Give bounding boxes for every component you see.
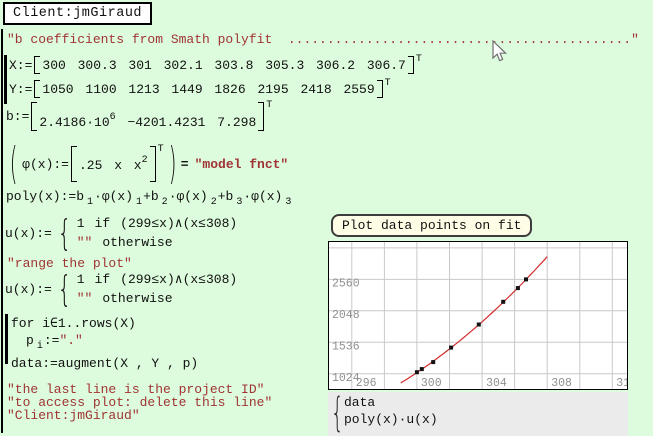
bracket-right <box>258 102 264 131</box>
client-id-box[interactable]: Client:jmGiraud <box>3 2 152 25</box>
model-fnct-string: "model fnct" <box>195 157 289 172</box>
vector-Y-values: 1050 1100 1213 1449 1826 2195 2418 2559 <box>40 82 376 97</box>
paren-left: ( <box>10 146 18 182</box>
expr-poly-definition[interactable]: poly(x):=b1·φ(x)1+b2·φ(x)2+b3·φ(x)3 <box>6 189 292 207</box>
equals-sign: = <box>181 157 189 172</box>
mouse-cursor-icon <box>492 40 508 64</box>
case-value-1: 1 <box>77 216 85 232</box>
transpose-sup: T <box>416 54 422 65</box>
keyword-if: if <box>95 216 111 232</box>
svg-text:304: 304 <box>486 377 507 389</box>
case-condition: (299≤x)∧(x≤308) <box>120 216 237 232</box>
comment-top[interactable]: "b coefficients from Smath polyfit .....… <box>7 32 639 47</box>
legend-entry-data: data <box>344 395 375 410</box>
exponent-2: 2 <box>142 155 148 166</box>
var-Y-lhs: Y:= <box>9 82 32 97</box>
vector-b-values: 2.4186·106 −4201.4231 7.298 <box>37 104 258 130</box>
plot-region[interactable]: 1024153620482560296300304308312 <box>328 241 628 390</box>
bracket-right <box>377 80 383 98</box>
smath-worksheet: Client:jmGiraud "b coefficients from Sma… <box>0 0 653 436</box>
page-margin-line <box>1 29 3 433</box>
u-lhs: u(x):= <box>5 226 52 241</box>
expr-Y-definition[interactable]: Y:= 1050 1100 1213 1449 1826 2195 2418 2… <box>9 80 391 98</box>
expr-u-definition-1[interactable]: u(x):= { 1 if (299≤x)∧(x≤308) "" otherwise <box>5 216 237 251</box>
phi-elements: .25 x x2 <box>77 155 150 173</box>
vector-X-values: 300 300.3 301 302.1 303.8 305.3 306.2 30… <box>40 58 407 73</box>
keyword-otherwise: otherwise <box>102 291 172 307</box>
region-marker-for <box>5 314 8 364</box>
p-expression: pi:="." <box>26 333 83 352</box>
bracket-right <box>150 146 156 182</box>
svg-text:308: 308 <box>551 377 572 389</box>
var-X-lhs: X:= <box>9 58 32 73</box>
cases-brace: { <box>57 217 71 251</box>
legend-entry-poly: poly(x)·u(x) <box>344 412 438 427</box>
svg-text:312: 312 <box>616 377 627 389</box>
legend-brace: { <box>331 392 344 434</box>
data-expression: data:=augment(X , Y , p) <box>11 356 198 371</box>
expr-phi-definition[interactable]: ( φ(x):= .25 x x2 T ) = "model fnct" <box>5 146 288 182</box>
comment-client[interactable]: "Client:jmGiraud" <box>7 408 140 423</box>
expr-u-definition-2[interactable]: u(x):= { 1 if (299≤x)∧(x≤308) "" otherwise <box>5 272 237 307</box>
plot-data-points-button[interactable]: Plot data points on fit <box>331 214 532 237</box>
expr-X-definition[interactable]: X:= 300 300.3 301 302.1 303.8 305.3 306.… <box>9 56 422 74</box>
expr-data-augment[interactable]: data:=augment(X , Y , p) <box>11 355 198 372</box>
transpose-sup: T <box>266 100 272 111</box>
expr-for-loop[interactable]: for i∈1..rows(X) <box>11 315 136 332</box>
region-marker-xy <box>4 55 7 104</box>
svg-text:2560: 2560 <box>332 277 360 290</box>
transpose-sup: T <box>385 78 391 89</box>
keyword-if: if <box>95 272 111 288</box>
paren-right: ) <box>168 146 176 182</box>
plot-legend[interactable]: { data poly(x)·u(x) <box>328 392 628 436</box>
for-iterator: i∈1..rows(X) <box>42 316 136 331</box>
svg-text:300: 300 <box>421 377 442 389</box>
case-condition: (299≤x)∧(x≤308) <box>120 272 237 288</box>
keyword-for: for <box>11 316 42 331</box>
bracket-right <box>408 56 414 74</box>
var-b-lhs: b:= <box>6 109 29 124</box>
u-lhs: u(x):= <box>5 282 52 297</box>
plot-svg: 1024153620482560296300304308312 <box>329 242 627 389</box>
svg-text:2048: 2048 <box>332 309 360 322</box>
case-value-1: 1 <box>77 272 85 288</box>
expr-p-assignment[interactable]: pi:="." <box>26 334 83 351</box>
keyword-otherwise: otherwise <box>102 235 172 251</box>
expr-b-definition[interactable]: b:= 2.4186·106 −4201.4231 7.298 T <box>6 102 272 131</box>
case-value-2: "" <box>77 291 93 307</box>
cases-brace: { <box>57 273 71 307</box>
phi-lhs: φ(x):= <box>22 157 69 172</box>
poly-expression: poly(x):=b1·φ(x)1+b2·φ(x)2+b3·φ(x)3 <box>6 189 292 208</box>
case-value-2: "" <box>77 235 93 251</box>
svg-text:296: 296 <box>356 377 377 389</box>
transpose-sup: T <box>158 144 164 155</box>
svg-text:1536: 1536 <box>332 340 360 353</box>
